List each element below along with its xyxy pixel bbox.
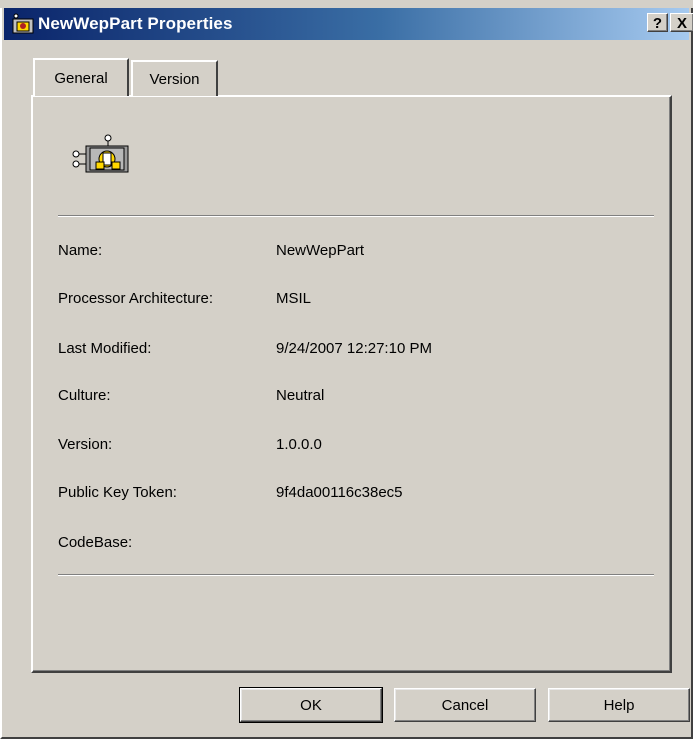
title-bar[interactable]: NewWepPart Properties ? X	[4, 8, 693, 40]
version-value: 1.0.0.0	[276, 436, 322, 453]
window-title: NewWepPart Properties	[38, 14, 233, 33]
name-label: Name:	[58, 242, 103, 259]
tab-general[interactable]: General	[33, 58, 129, 96]
close-button[interactable]: X	[670, 13, 693, 32]
help-title-button[interactable]: ?	[647, 13, 668, 32]
help-button[interactable]: Help	[548, 688, 690, 722]
culture-value: Neutral	[276, 387, 325, 404]
assembly-icon	[12, 13, 34, 34]
culture-label: Culture:	[58, 387, 111, 404]
separator-top	[58, 215, 654, 217]
last-modified-label: Last Modified:	[58, 340, 152, 357]
public-key-token-label: Public Key Token:	[58, 484, 177, 501]
name-value: NewWepPart	[276, 242, 365, 259]
cancel-button[interactable]: Cancel	[394, 688, 536, 722]
public-key-token-value: 9f4da00116c38ec5	[276, 484, 403, 501]
codebase-label: CodeBase:	[58, 534, 133, 551]
last-modified-value: 9/24/2007 12:27:10 PM	[276, 340, 432, 357]
processor-architecture-value: MSIL	[276, 290, 312, 307]
assembly-component-icon	[72, 134, 129, 173]
frame-top-strip	[0, 0, 693, 8]
general-tab-panel	[31, 95, 672, 673]
tab-version[interactable]: Version	[131, 60, 218, 96]
ok-button[interactable]: OK	[239, 687, 383, 723]
separator-bottom	[58, 574, 654, 576]
version-label: Version:	[58, 436, 113, 453]
processor-architecture-label: Processor Architecture:	[58, 290, 214, 307]
